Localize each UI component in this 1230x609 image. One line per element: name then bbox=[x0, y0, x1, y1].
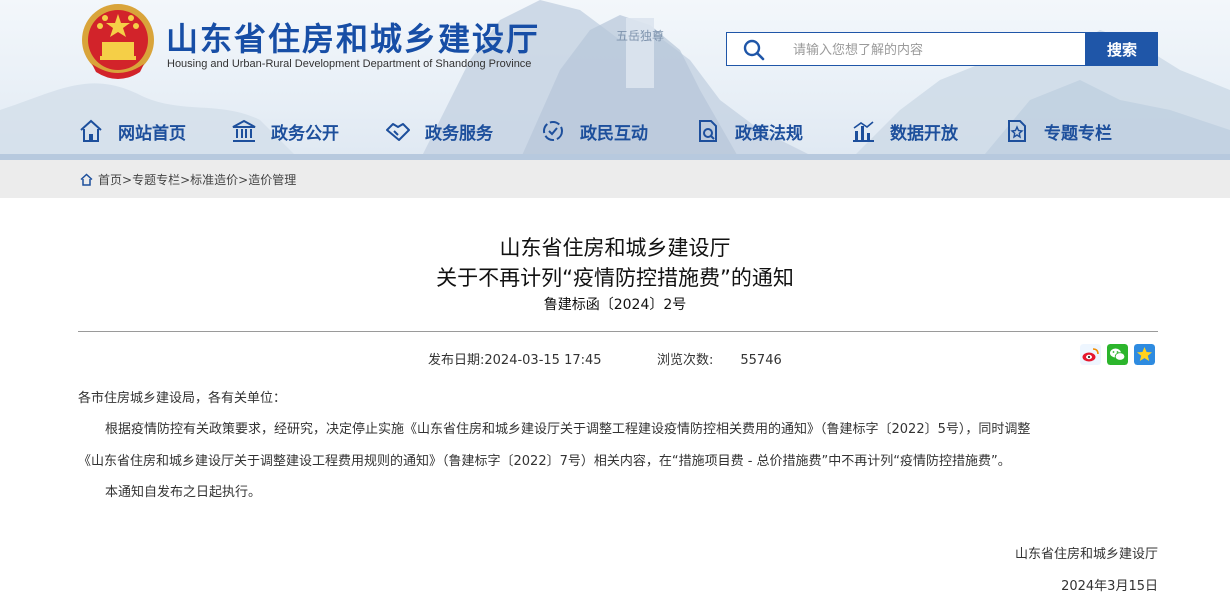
breadcrumb-link-home[interactable]: 首页 bbox=[98, 171, 122, 188]
wechat-icon[interactable] bbox=[1107, 344, 1128, 365]
salutation: 各市住房城乡建设局，各有关单位： bbox=[78, 391, 287, 406]
nav-item-label: 政务公开 bbox=[271, 123, 339, 144]
main-nav: 网站首页 政务公开 政务服务 政民互动 政策法规 数据开放 专题专栏 bbox=[0, 108, 1230, 154]
government-building-icon bbox=[232, 119, 256, 142]
breadcrumb-separator: > bbox=[238, 172, 249, 187]
title-divider bbox=[78, 331, 1158, 332]
breadcrumb-link-cost-management[interactable]: 造价管理 bbox=[248, 171, 296, 188]
nav-item-home[interactable]: 网站首页 bbox=[78, 116, 186, 146]
site-header: 五岳独尊 山东省住房和城乡建设厅 Housing and Urban-Rural… bbox=[0, 0, 1230, 160]
home-icon bbox=[80, 119, 102, 142]
nav-item-policy[interactable]: 政策法规 bbox=[695, 116, 803, 146]
breadcrumb-bar: 首页 > 专题专栏 > 标准造价 > 造价管理 bbox=[0, 160, 1230, 198]
signature-department: 山东省住房和城乡建设厅 bbox=[1014, 547, 1158, 562]
search-input[interactable] bbox=[791, 35, 1075, 65]
interaction-icon bbox=[543, 121, 563, 141]
breadcrumb-separator: > bbox=[180, 172, 191, 187]
search-button[interactable]: 搜索 bbox=[1086, 32, 1158, 66]
paragraph-1-line-1: 根据疫情防控有关政策要求，经研究，决定停止实施《山东省住房和城乡建设厅关于调整工… bbox=[105, 422, 1031, 437]
nav-item-government-affairs[interactable]: 政务公开 bbox=[231, 116, 339, 146]
nav-item-open-data[interactable]: 数据开放 bbox=[850, 116, 958, 146]
article-title-line2: 关于不再计列“疫情防控措施费”的通知 bbox=[436, 266, 794, 290]
site-title: 山东省住房和城乡建设厅 bbox=[166, 20, 541, 58]
star-document-icon bbox=[1008, 120, 1026, 142]
nav-item-label: 政民互动 bbox=[580, 123, 648, 144]
paragraph-2: 本通知自发布之日起执行。 bbox=[105, 485, 262, 500]
bar-chart-icon bbox=[853, 121, 874, 142]
site-subtitle: Housing and Urban-Rural Development Depa… bbox=[167, 58, 532, 70]
publish-date-label: 发布日期: bbox=[428, 353, 485, 368]
national-emblem-logo bbox=[82, 4, 154, 79]
search-box bbox=[726, 32, 1086, 66]
home-icon bbox=[80, 173, 93, 186]
breadcrumb-link-standard-cost[interactable]: 标准造价 bbox=[190, 171, 238, 188]
nav-item-label: 政策法规 bbox=[735, 123, 803, 144]
publish-date: 发布日期:2024-03-15 17:45 bbox=[428, 349, 602, 368]
breadcrumb-link-special-topics[interactable]: 专题专栏 bbox=[132, 171, 180, 188]
favorite-star-icon[interactable] bbox=[1134, 344, 1155, 365]
nav-item-label: 专题专栏 bbox=[1044, 123, 1112, 144]
nav-item-label: 政务服务 bbox=[425, 123, 493, 144]
policy-document-icon bbox=[699, 120, 717, 142]
view-count: 浏览次数: 55746 bbox=[657, 349, 782, 368]
weibo-icon[interactable] bbox=[1080, 344, 1101, 365]
article-title-line1: 山东省住房和城乡建设厅 bbox=[499, 236, 731, 260]
view-count-value: 55746 bbox=[740, 353, 782, 368]
nav-item-label: 网站首页 bbox=[118, 123, 186, 144]
nav-item-special-topics[interactable]: 专题专栏 bbox=[1004, 116, 1112, 146]
breadcrumb-separator: > bbox=[122, 172, 133, 187]
search-icon[interactable] bbox=[743, 39, 765, 61]
signature-date: 2024年3月15日 bbox=[1061, 579, 1158, 594]
nav-item-government-services[interactable]: 政务服务 bbox=[385, 116, 493, 146]
document-number: 鲁建标函〔2024〕2号 bbox=[543, 297, 687, 313]
breadcrumb: 首页 > 专题专栏 > 标准造价 > 造价管理 bbox=[80, 171, 296, 188]
paragraph-1-line-2: 《山东省住房和城乡建设厅关于调整建设工程费用规则的通知》（鲁建标字〔2022〕7… bbox=[78, 454, 1011, 469]
view-count-label: 浏览次数: bbox=[657, 353, 714, 368]
publish-date-value: 2024-03-15 17:45 bbox=[484, 353, 602, 368]
handshake-icon bbox=[386, 123, 410, 141]
mountain-inscription: 五岳独尊 bbox=[616, 28, 664, 43]
nav-item-interaction[interactable]: 政民互动 bbox=[540, 116, 648, 146]
nav-item-label: 数据开放 bbox=[890, 123, 958, 144]
